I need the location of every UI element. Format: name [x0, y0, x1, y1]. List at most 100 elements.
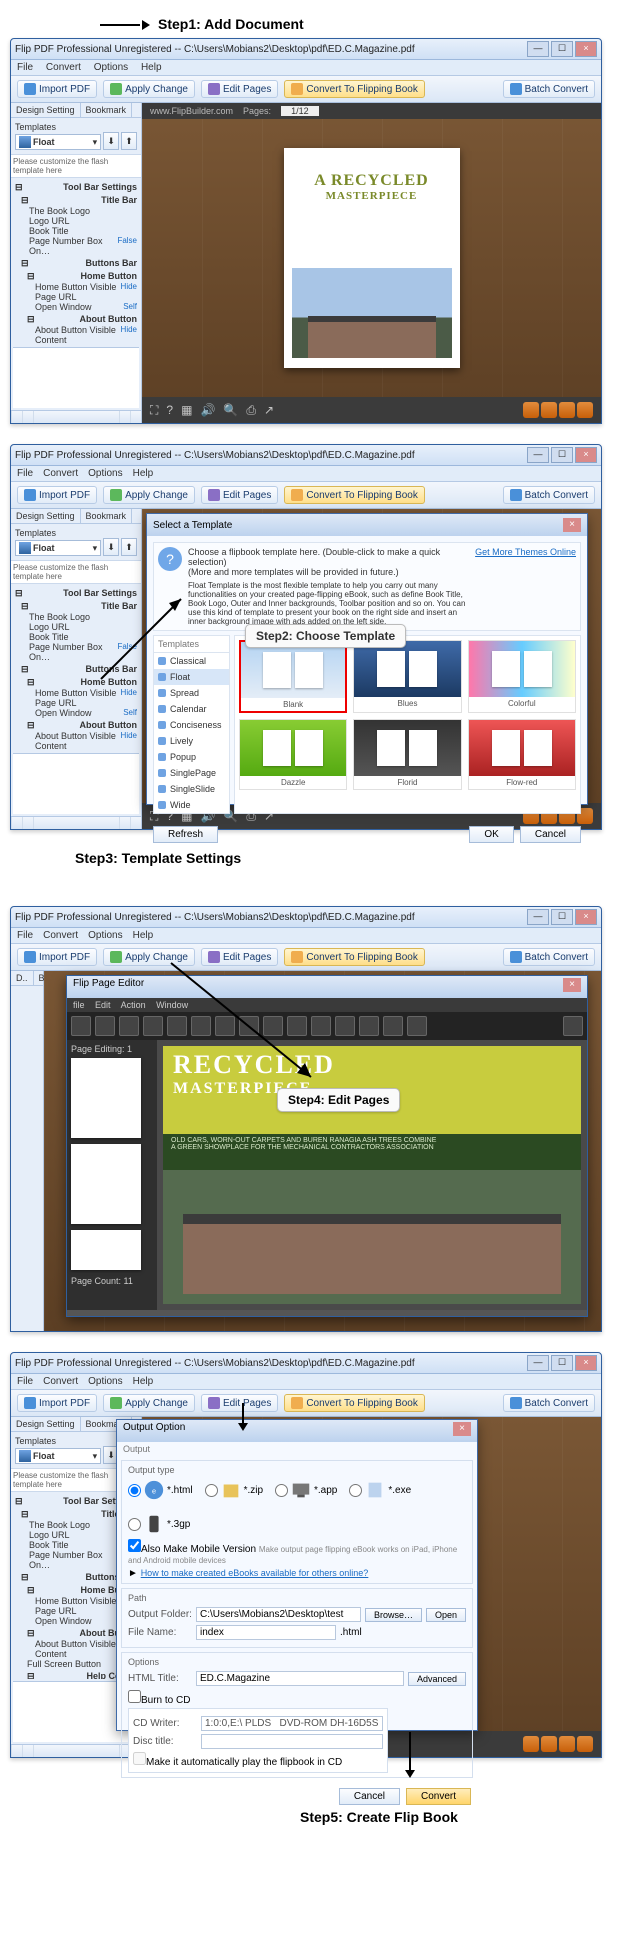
- import-pdf-button[interactable]: Import PDF: [17, 486, 97, 504]
- dialog-close-button[interactable]: ×: [563, 518, 581, 532]
- autoopen-check[interactable]: Make it automatically play the flipbook …: [133, 1757, 342, 1768]
- menu-file[interactable]: File: [17, 62, 33, 73]
- radio-app[interactable]: *.app: [275, 1479, 337, 1501]
- paste-tool-icon[interactable]: [287, 1016, 307, 1036]
- burn-check[interactable]: Burn to CD: [128, 1695, 190, 1706]
- viewer-toolbar[interactable]: ⛶ ? ▦ 🔊 🔍 ⎙ ↗: [142, 397, 601, 423]
- filename-input[interactable]: [196, 1625, 336, 1640]
- tpl-singleslide[interactable]: SingleSlide: [154, 781, 229, 797]
- tpl-conciseness[interactable]: Conciseness: [154, 717, 229, 733]
- horizontal-scrollbar[interactable]: [11, 410, 141, 423]
- template-select[interactable]: Float ▾: [15, 134, 101, 150]
- template-type-list[interactable]: Templates Classical Float Spread Calenda…: [153, 635, 230, 814]
- pe-menu-action[interactable]: Action: [121, 1000, 146, 1010]
- select-tool-icon[interactable]: [71, 1016, 91, 1036]
- line-tool-icon[interactable]: [215, 1016, 235, 1036]
- tpl-classical[interactable]: Classical: [154, 653, 229, 669]
- pe-menu-edit[interactable]: Edit: [95, 1000, 111, 1010]
- more-themes-link[interactable]: Get More Themes Online: [475, 547, 576, 626]
- disctitle-input[interactable]: [201, 1734, 383, 1749]
- output-folder-input[interactable]: [196, 1607, 361, 1622]
- shape-tool-icon[interactable]: [191, 1016, 211, 1036]
- edit-pages-button[interactable]: Edit Pages: [201, 80, 278, 98]
- edit-pages-button[interactable]: Edit Pages: [201, 486, 278, 504]
- fullscreen-icon[interactable]: ⛶: [150, 403, 158, 418]
- convert-button[interactable]: Convert To Flipping Book: [284, 80, 425, 98]
- convert-button[interactable]: Convert To Flipping Book: [284, 486, 425, 504]
- redo-tool-icon[interactable]: [359, 1016, 379, 1036]
- print-icon[interactable]: ⎙: [246, 403, 256, 418]
- first-page-icon[interactable]: [523, 402, 539, 418]
- refresh-button[interactable]: Refresh: [153, 826, 218, 843]
- cdwriter-select[interactable]: [201, 1716, 383, 1731]
- batch-convert-button[interactable]: Batch Convert: [503, 80, 595, 98]
- tpl-wide[interactable]: Wide: [154, 797, 229, 813]
- tpl-popup[interactable]: Popup: [154, 749, 229, 765]
- tab-design-setting[interactable]: Design Setting: [11, 103, 81, 117]
- html-title-input[interactable]: [196, 1671, 404, 1686]
- radio-3gp[interactable]: *.3gp: [128, 1513, 190, 1535]
- thumb-1[interactable]: [71, 1058, 141, 1138]
- pages-value[interactable]: 1/12: [281, 106, 319, 116]
- menubar[interactable]: File Convert Options Help: [11, 60, 601, 76]
- open-button[interactable]: Open: [426, 1608, 466, 1622]
- delete-tool-icon[interactable]: [311, 1016, 331, 1036]
- export-theme-button[interactable]: ⬇: [103, 132, 119, 150]
- thumb-2[interactable]: [71, 1144, 141, 1224]
- pe-menu-window[interactable]: Window: [156, 1000, 188, 1010]
- zoom-out-icon[interactable]: [407, 1016, 427, 1036]
- undo-tool-icon[interactable]: [335, 1016, 355, 1036]
- prev-page-icon[interactable]: [541, 402, 557, 418]
- share-icon[interactable]: ↗: [264, 403, 274, 417]
- page-editor-toolbar[interactable]: [67, 1012, 587, 1040]
- template-select[interactable]: Float▾: [15, 540, 101, 556]
- mobile-check[interactable]: Also Make Mobile Version: [128, 1544, 256, 1555]
- tpl-card-florid[interactable]: Florid: [353, 719, 461, 790]
- page-edit-stage[interactable]: RECYCLED MASTERPIECE OLD CARS, WORN-OUT …: [157, 1040, 587, 1310]
- radio-zip[interactable]: *.zip: [205, 1479, 263, 1501]
- cover-page[interactable]: A RECYCLED MASTERPIECE: [284, 148, 460, 368]
- help-icon[interactable]: ?: [166, 403, 173, 417]
- radio-html[interactable]: e*.html: [128, 1479, 193, 1501]
- video-tool-icon[interactable]: [143, 1016, 163, 1036]
- tpl-card-flow-red[interactable]: Flow-red: [468, 719, 576, 790]
- import-theme-button[interactable]: ⬆: [121, 132, 137, 150]
- apply-change-button[interactable]: Apply Change: [103, 486, 195, 504]
- radio-exe[interactable]: *.exe: [349, 1479, 411, 1501]
- next-page-icon[interactable]: [559, 402, 575, 418]
- image-tool-icon[interactable]: [119, 1016, 139, 1036]
- menu-options[interactable]: Options: [94, 62, 128, 73]
- pe-menu-file[interactable]: file: [73, 1000, 85, 1010]
- tpl-card-colorful[interactable]: Colorful: [468, 640, 576, 713]
- zoom-icon[interactable]: 🔍: [223, 403, 238, 417]
- browse-button[interactable]: Browse…: [365, 1608, 422, 1622]
- tab-bookmark[interactable]: Bookmark: [81, 103, 133, 117]
- save-tool-icon[interactable]: [563, 1016, 583, 1036]
- output-convert-button[interactable]: Convert: [406, 1788, 471, 1805]
- cancel-button[interactable]: Cancel: [520, 826, 581, 843]
- page-thumbs-panel[interactable]: Page Editing: 1 Page Count: 11: [67, 1040, 157, 1310]
- menu-convert[interactable]: Convert: [46, 62, 81, 73]
- tpl-singlepage[interactable]: SinglePage: [154, 765, 229, 781]
- ok-button[interactable]: OK: [469, 826, 513, 843]
- tpl-card-dazzle[interactable]: Dazzle: [239, 719, 347, 790]
- tpl-spread[interactable]: Spread: [154, 685, 229, 701]
- tpl-card-blank[interactable]: Blank: [239, 640, 347, 713]
- titlebar[interactable]: Flip PDF Professional Unregistered -- C:…: [11, 39, 601, 60]
- sound-icon[interactable]: 🔊: [200, 403, 215, 417]
- button-tool-icon[interactable]: [239, 1016, 259, 1036]
- batch-convert-button[interactable]: Batch Convert: [503, 486, 595, 504]
- advanced-button[interactable]: Advanced: [408, 1672, 466, 1686]
- import-pdf-button[interactable]: Import PDF: [17, 80, 97, 98]
- page-editor-close[interactable]: ×: [563, 978, 581, 992]
- output-cancel-button[interactable]: Cancel: [339, 1788, 400, 1805]
- last-page-icon[interactable]: [577, 402, 593, 418]
- settings-tree[interactable]: ⊟Tool Bar Settings ⊟Title Bar The Book L…: [11, 178, 141, 345]
- help-link[interactable]: How to make created eBooks available for…: [141, 1568, 369, 1578]
- text-tool-icon[interactable]: [167, 1016, 187, 1036]
- menu-help[interactable]: Help: [141, 62, 162, 73]
- copy-tool-icon[interactable]: [263, 1016, 283, 1036]
- maximize-button[interactable]: ☐: [551, 41, 573, 57]
- zoom-in-icon[interactable]: [383, 1016, 403, 1036]
- link-tool-icon[interactable]: [95, 1016, 115, 1036]
